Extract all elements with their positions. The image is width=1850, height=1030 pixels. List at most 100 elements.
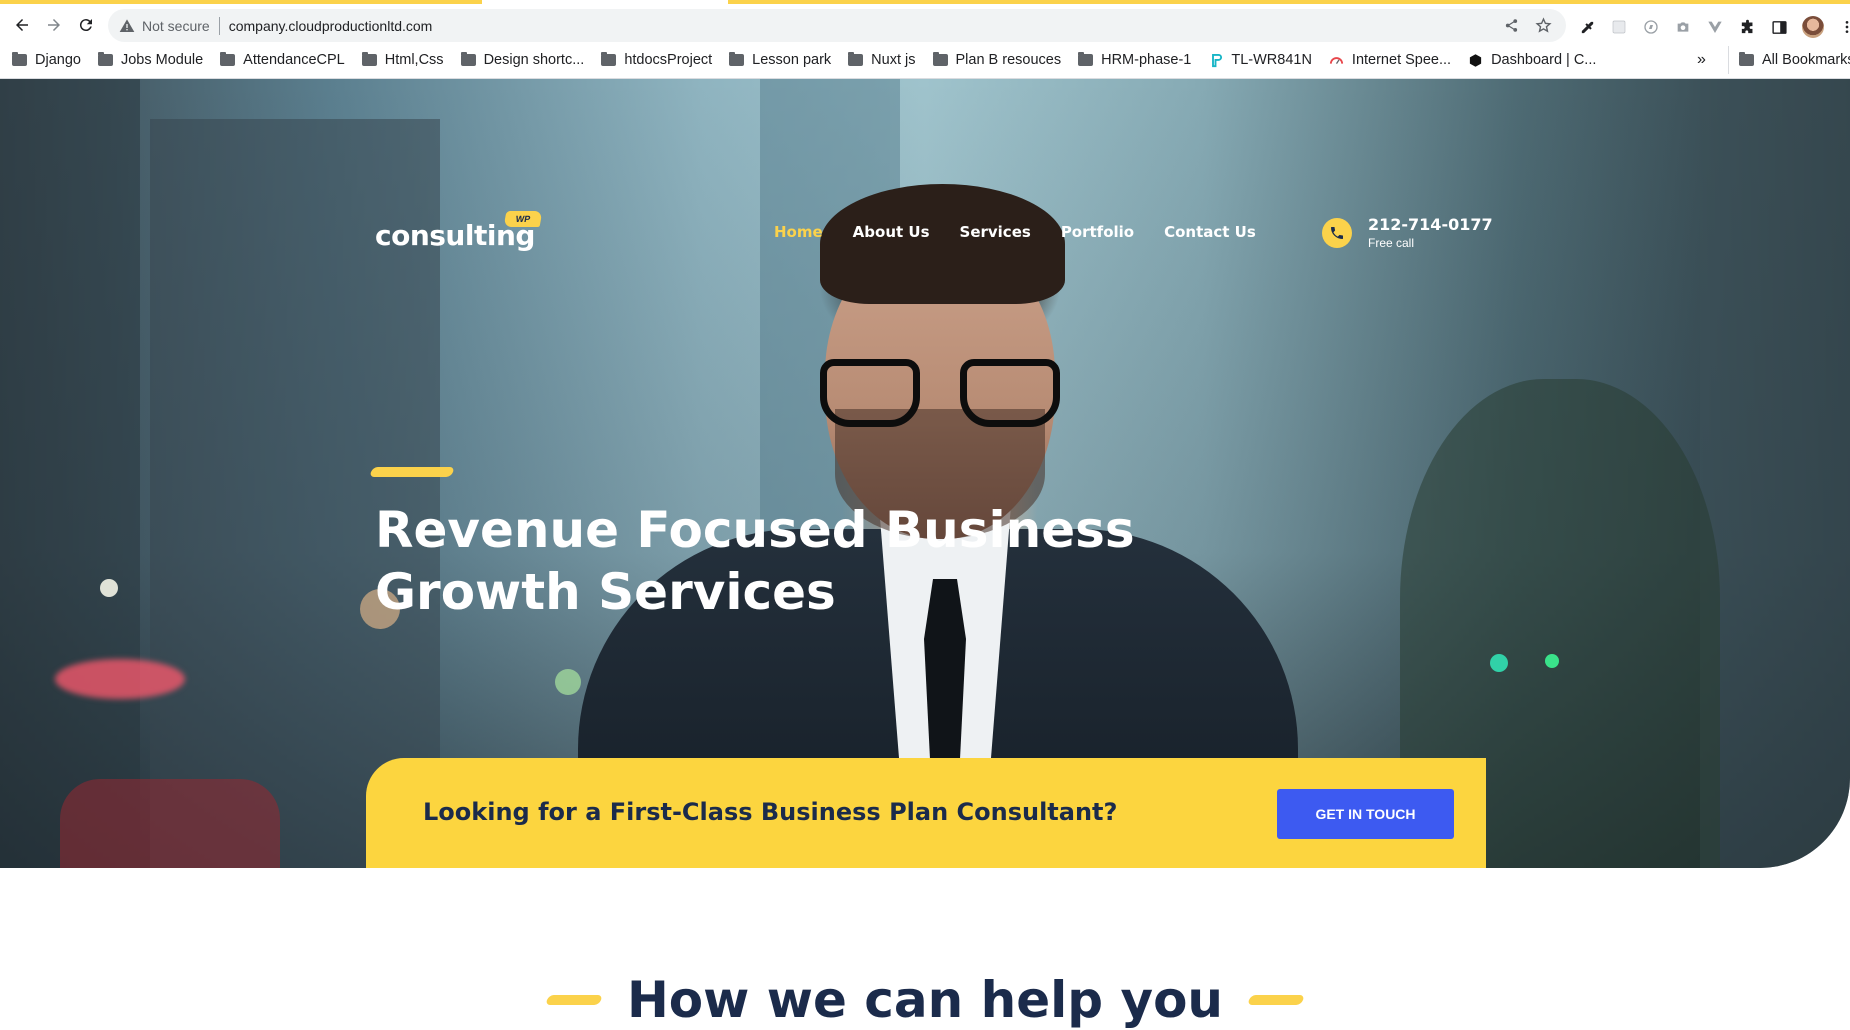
all-bookmarks-button[interactable]: All Bookmarks — [1728, 46, 1850, 74]
logo-badge: WP — [503, 211, 543, 227]
bookmark-label: Html,Css — [384, 52, 444, 68]
bookmark-label: HRM-phase-1 — [1101, 52, 1192, 68]
forward-icon[interactable] — [41, 12, 67, 38]
bookmark-label: TL-WR841N — [1231, 52, 1312, 68]
compass-icon[interactable] — [1642, 18, 1660, 36]
headline-line-1: Revenue Focused Business — [375, 501, 1135, 559]
section-header: How we can help you — [0, 970, 1850, 1030]
nav-home[interactable]: Home — [774, 223, 823, 241]
bookmark-star-icon[interactable] — [1534, 16, 1552, 34]
folder-icon — [729, 52, 745, 66]
title-accent-right — [1247, 995, 1305, 1005]
background-building — [0, 79, 140, 868]
headline-accent — [369, 467, 455, 477]
folder-icon — [1078, 52, 1094, 66]
extensions-area — [1578, 16, 1850, 38]
nav-about-us[interactable]: About Us — [853, 223, 930, 241]
hexagon-icon — [1468, 53, 1483, 68]
site-logo[interactable]: consulting WP — [375, 211, 543, 252]
side-panel-icon[interactable] — [1770, 18, 1788, 36]
page-load-bar — [0, 0, 482, 4]
bookmark-item[interactable]: Internet Spee... — [1329, 52, 1451, 68]
folder-icon — [361, 52, 377, 66]
bookmark-item[interactable]: HRM-phase-1 — [1078, 52, 1191, 68]
bookmark-item[interactable]: Plan B resouces — [932, 52, 1062, 68]
camera-icon[interactable] — [1674, 18, 1692, 36]
headline-line-2: Growth Services — [375, 563, 836, 621]
browser-toolbar: Not secure company.cloudproductionltd.co… — [0, 6, 1850, 44]
all-bookmarks-label: All Bookmarks — [1762, 52, 1850, 68]
bokeh-light — [55, 659, 185, 699]
phone-icon — [1322, 217, 1352, 248]
bookmark-label: Dashboard | C... — [1491, 52, 1597, 68]
nav-services[interactable]: Services — [960, 223, 1031, 241]
extension-grid-icon[interactable] — [1610, 18, 1628, 36]
bookmark-item[interactable]: TL-WR841N — [1208, 52, 1312, 68]
back-icon[interactable] — [9, 12, 35, 38]
folder-icon — [460, 52, 476, 66]
hero-section: consulting WP Home About Us Services Por… — [0, 79, 1850, 868]
more-bookmarks-button[interactable]: » — [1697, 46, 1706, 74]
warning-icon[interactable] — [118, 17, 136, 35]
address-separator — [218, 16, 220, 35]
bookmark-item[interactable]: Jobs Module — [97, 52, 204, 68]
section-title: How we can help you — [626, 971, 1224, 1029]
bookmark-label: Internet Spee... — [1351, 52, 1452, 68]
bookmark-label: Nuxt js — [871, 52, 916, 68]
bookmark-label: Design shortc... — [483, 52, 585, 68]
profile-avatar[interactable] — [1802, 16, 1824, 38]
background-building — [1700, 79, 1850, 868]
url-text[interactable]: company.cloudproductionltd.com — [229, 18, 433, 34]
bookmark-item[interactable]: AttendanceCPL — [220, 52, 345, 68]
title-accent-left — [545, 995, 603, 1005]
tplink-icon — [1208, 53, 1223, 68]
bookmark-item[interactable]: Django — [12, 52, 81, 68]
nav-contact-us[interactable]: Contact Us — [1164, 223, 1256, 241]
bookmark-label: htdocsProject — [624, 52, 713, 68]
bookmark-label: Jobs Module — [120, 52, 204, 68]
bokeh-light — [100, 579, 118, 597]
folder-icon — [220, 52, 236, 66]
bookmark-item[interactable]: htdocsProject — [601, 52, 712, 68]
bookmark-label: Django — [35, 52, 81, 68]
reload-icon[interactable] — [73, 12, 99, 38]
bokeh-light — [555, 669, 581, 695]
red-car — [60, 779, 280, 868]
folder-icon — [97, 52, 113, 66]
address-bar[interactable]: Not secure company.cloudproductionltd.co… — [108, 9, 1566, 42]
bookmark-item[interactable]: Html,Css — [361, 52, 444, 68]
bookmark-label: Lesson park — [752, 52, 832, 68]
folder-icon — [1739, 52, 1754, 66]
bookmark-label: Plan B resouces — [955, 52, 1062, 68]
folder-icon — [848, 52, 864, 66]
kebab-menu-icon[interactable] — [1838, 18, 1850, 36]
hero-headline: Revenue Focused Business Growth Services — [375, 499, 1135, 623]
cta-banner: Looking for a First-Class Business Plan … — [366, 758, 1486, 868]
folder-icon — [601, 52, 617, 66]
share-icon[interactable] — [1502, 16, 1520, 34]
phone-contact[interactable]: 212-714-0177 Free call — [1322, 215, 1493, 250]
folder-icon — [12, 52, 27, 66]
bookmark-item[interactable]: Lesson park — [729, 52, 831, 68]
bookmarks-bar: Django Jobs Module AttendanceCPL Html,Cs… — [0, 46, 1850, 74]
eyedropper-icon[interactable] — [1578, 18, 1596, 36]
cta-text: Looking for a First-Class Business Plan … — [423, 798, 1118, 826]
puzzle-icon[interactable] — [1738, 18, 1756, 36]
vue-devtools-icon[interactable] — [1706, 18, 1724, 36]
main-navigation: Home About Us Services Portfolio Contact… — [774, 223, 1256, 241]
bookmark-item[interactable]: Design shortc... — [460, 52, 585, 68]
phone-number: 212-714-0177 — [1368, 215, 1493, 234]
security-status[interactable]: Not secure — [142, 18, 210, 34]
nav-portfolio[interactable]: Portfolio — [1061, 223, 1134, 241]
bokeh-light — [1545, 654, 1559, 668]
page-load-bar — [728, 0, 1850, 4]
bookmark-item[interactable]: Nuxt js — [848, 52, 916, 68]
glasses — [820, 359, 1060, 429]
folder-icon — [932, 52, 948, 66]
bokeh-light — [1490, 654, 1508, 672]
get-in-touch-button[interactable]: GET IN TOUCH — [1277, 789, 1454, 839]
bookmark-label: AttendanceCPL — [243, 52, 345, 68]
bookmark-item[interactable]: Dashboard | C... — [1468, 52, 1596, 68]
browser-chrome: Not secure company.cloudproductionltd.co… — [0, 0, 1850, 79]
speedometer-icon — [1329, 53, 1344, 68]
